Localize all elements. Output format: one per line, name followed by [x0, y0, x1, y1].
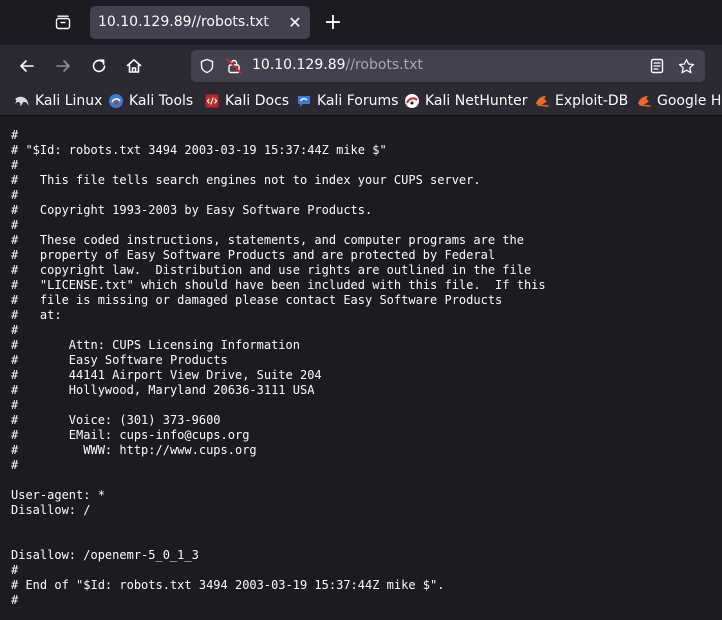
bookmark-label: Google Hacking DB [657, 93, 722, 109]
tab-list-button[interactable] [49, 8, 77, 36]
bookmark-kali-docs[interactable]: Kali Docs [204, 90, 289, 112]
bookmark-label: Exploit-DB [555, 93, 629, 109]
bookmarks-toolbar: Kali Linux Kali Tools Kali Docs Kali For… [0, 87, 722, 116]
forward-button[interactable] [49, 52, 77, 80]
bookmark-kali-tools[interactable]: Kali Tools [108, 90, 193, 112]
kali-nethunter-icon [404, 93, 420, 109]
bookmark-kali-forums[interactable]: Kali Forums [296, 90, 398, 112]
bookmark-google-hacking-db[interactable]: Google Hacking DB [636, 90, 722, 112]
url-path: //robots.txt [345, 57, 423, 73]
bookmark-star-icon[interactable] [676, 56, 696, 76]
bookmark-exploit-db[interactable]: Exploit-DB [534, 90, 628, 112]
new-tab-button[interactable]: + [320, 10, 346, 36]
tab-title: 10.10.129.89//robots.txt [98, 14, 269, 30]
navigation-toolbar: 10.10.129.89//robots.txt [0, 45, 722, 87]
back-arrow-icon [20, 60, 34, 72]
reload-icon [92, 59, 106, 73]
address-bar[interactable]: 10.10.129.89//robots.txt [191, 50, 705, 82]
google-hacking-db-icon [636, 93, 652, 109]
kali-dragon-icon [14, 93, 30, 109]
bookmark-label: Kali Docs [225, 93, 290, 109]
back-button[interactable] [13, 52, 41, 80]
home-button[interactable] [120, 52, 148, 80]
kali-docs-icon [204, 93, 220, 109]
url-host: 10.10.129.89 [252, 57, 346, 73]
bookmark-label: Kali NetHunter [425, 93, 528, 109]
reader-view-icon[interactable] [647, 56, 667, 76]
tab-list-icon [55, 15, 71, 30]
tab-robots-txt[interactable]: 10.10.129.89//robots.txt ✕ [90, 6, 310, 39]
kali-tools-icon [108, 93, 124, 109]
bookmark-kali-nethunter[interactable]: Kali NetHunter [404, 90, 527, 112]
bookmark-kali-linux[interactable]: Kali Linux [14, 90, 102, 112]
forward-arrow-icon [56, 60, 70, 72]
insecure-lock-icon[interactable] [224, 56, 244, 76]
tab-close-button[interactable]: ✕ [285, 12, 305, 32]
tab-strip: 10.10.129.89//robots.txt ✕ + [0, 0, 722, 45]
url-field[interactable]: 10.10.129.89//robots.txt [252, 57, 423, 73]
home-icon [126, 59, 142, 73]
kali-forums-icon [296, 93, 312, 109]
bookmark-label: Kali Forums [317, 93, 399, 109]
page-content: # # "$Id: robots.txt 3494 2003-03-19 15:… [0, 116, 722, 620]
bookmark-label: Kali Linux [35, 93, 103, 109]
exploit-db-icon [534, 93, 550, 109]
shield-icon[interactable] [197, 56, 217, 76]
reload-button[interactable] [85, 52, 113, 80]
bookmark-label: Kali Tools [129, 93, 194, 109]
robots-txt-text: # # "$Id: robots.txt 3494 2003-03-19 15:… [11, 128, 546, 607]
